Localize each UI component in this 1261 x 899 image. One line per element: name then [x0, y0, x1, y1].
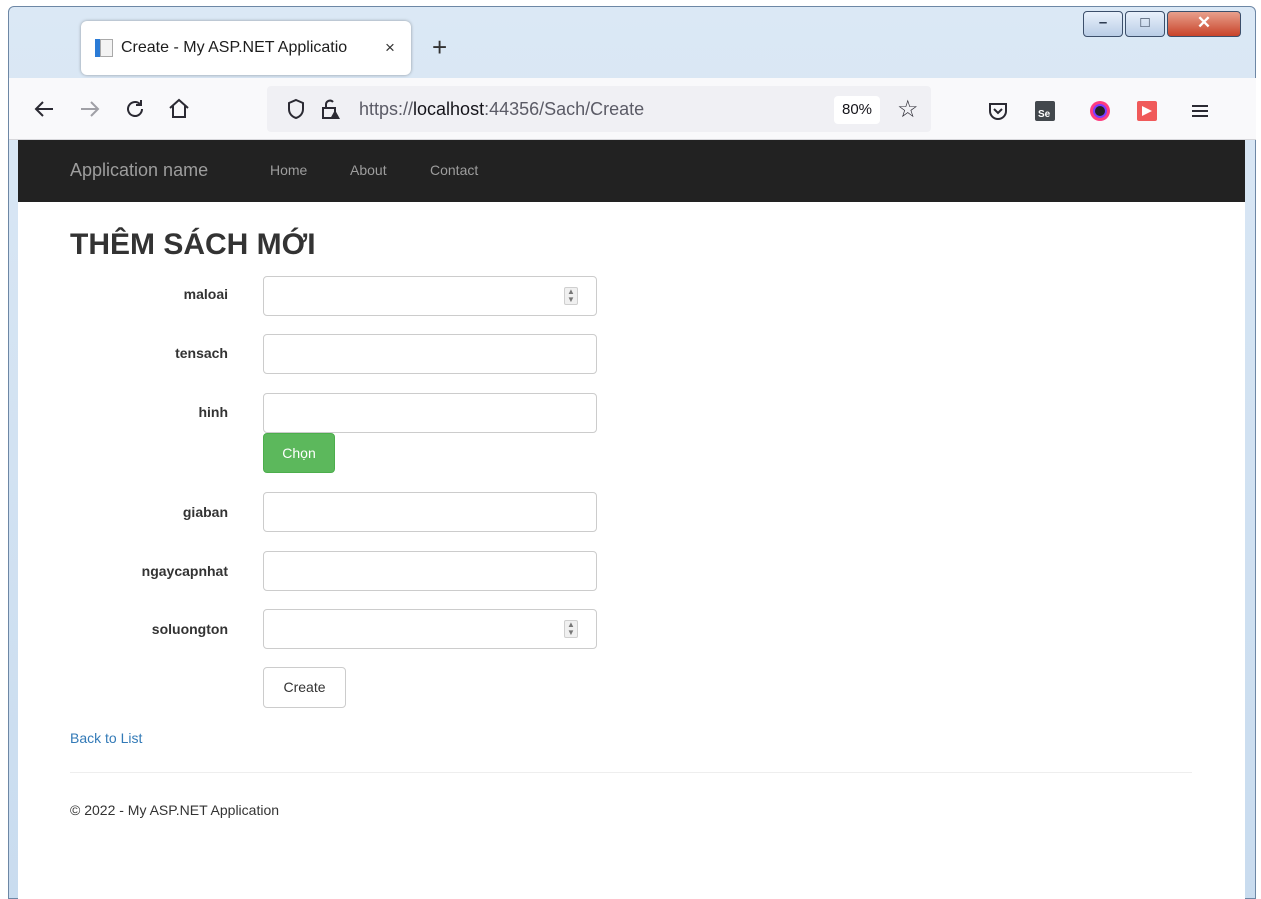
extension-icon[interactable] [1136, 100, 1158, 122]
divider [70, 772, 1192, 773]
giaban-input[interactable] [263, 492, 597, 532]
maximize-icon: □ [1140, 14, 1150, 31]
page-viewport: Application name Home About Contact THÊM… [18, 140, 1245, 899]
giaban-label: giaban [182, 504, 228, 520]
nav-link-home[interactable]: Home [270, 162, 307, 178]
tensach-input[interactable] [263, 334, 597, 374]
close-icon: ✕ [1196, 13, 1212, 32]
url-text[interactable]: https://localhost:44356/Sach/Create [359, 99, 644, 120]
home-icon[interactable] [167, 97, 191, 121]
browser-toolbar: https://localhost:44356/Sach/Create 80% … [9, 78, 1256, 140]
tab-close-icon[interactable]: × [385, 38, 395, 58]
url-path: :44356/Sach/Create [484, 99, 645, 119]
hinh-input[interactable] [263, 393, 597, 433]
footer-text: © 2022 - My ASP.NET Application [70, 802, 280, 818]
nav-link-about[interactable]: About [350, 162, 387, 178]
ngaycapnhat-input[interactable] [263, 551, 597, 591]
svg-text:Se: Se [1038, 109, 1051, 120]
menu-icon[interactable] [1189, 100, 1211, 122]
create-button[interactable]: Create [263, 667, 346, 708]
pocket-icon[interactable] [987, 100, 1009, 122]
minimize-button[interactable]: – [1083, 11, 1123, 37]
back-to-list-link[interactable]: Back to List [70, 730, 142, 746]
brand-link[interactable]: Application name [70, 160, 208, 181]
choose-image-button[interactable]: Chọn [263, 433, 335, 473]
new-tab-button[interactable]: + [432, 34, 447, 60]
lock-warning-icon[interactable] [321, 98, 341, 120]
address-bar[interactable]: https://localhost:44356/Sach/Create 80% … [267, 86, 931, 132]
browser-tab[interactable]: Create - My ASP.NET Applicatio × [81, 21, 411, 75]
shield-icon[interactable] [287, 98, 305, 120]
tab-title: Create - My ASP.NET Applicatio [121, 39, 348, 56]
maloai-label: maloai [183, 286, 228, 302]
forward-arrow-icon[interactable] [79, 98, 101, 120]
page-favicon-icon [95, 38, 113, 58]
color-picker-icon[interactable] [1089, 100, 1111, 122]
number-spinner-icon[interactable]: ▲ ▼ [564, 620, 578, 638]
minimize-icon: – [1098, 14, 1108, 31]
url-scheme: https:// [359, 99, 414, 119]
star-icon[interactable]: ☆ [897, 95, 919, 124]
nav-link-contact[interactable]: Contact [430, 162, 478, 178]
url-host: localhost [413, 99, 485, 119]
selenium-icon[interactable]: Se [1034, 100, 1056, 122]
tensach-label: tensach [175, 345, 228, 361]
reload-icon[interactable] [124, 98, 146, 120]
maximize-button[interactable]: □ [1125, 11, 1165, 37]
soluongton-input[interactable]: ▲ ▼ [263, 609, 597, 649]
site-navbar: Application name Home About Contact [18, 140, 1245, 202]
close-window-button[interactable]: ✕ [1167, 11, 1241, 37]
ngaycapnhat-label: ngaycapnhat [141, 563, 228, 579]
page-title: THÊM SÁCH MỚI [70, 228, 316, 261]
soluongton-label: soluongton [151, 621, 228, 637]
number-spinner-icon[interactable]: ▲ ▼ [564, 287, 578, 305]
hinh-label: hinh [198, 404, 228, 420]
maloai-input[interactable]: ▲ ▼ [263, 276, 597, 316]
zoom-level-button[interactable]: 80% [834, 96, 880, 124]
back-arrow-icon[interactable] [33, 98, 55, 120]
